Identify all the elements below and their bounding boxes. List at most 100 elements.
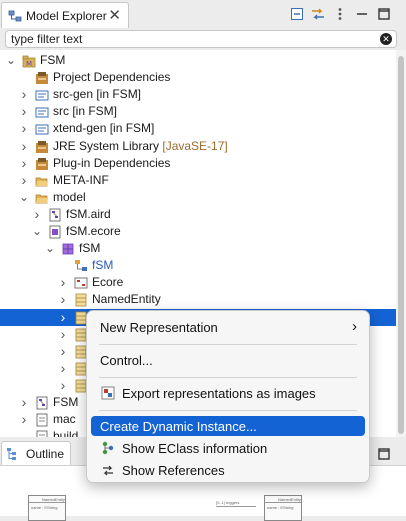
outline-title: Outline	[26, 447, 65, 461]
submenu-arrow-icon: ›	[352, 318, 357, 335]
tree-item-decoration: [JavaSE-17]	[159, 139, 228, 153]
tree-item[interactable]: › NamedEntity	[0, 291, 396, 308]
menu-item-create-dynamic-instance[interactable]: Create Dynamic Instance...	[91, 416, 365, 436]
collapsed-twisty-icon[interactable]: ›	[19, 120, 29, 137]
menu-item-label: New Representation	[100, 320, 218, 335]
collapsed-twisty-icon[interactable]: ›	[58, 343, 68, 360]
collapsed-twisty-icon[interactable]: ›	[19, 411, 29, 428]
tree-item[interactable]: ⌄ fSM.ecore	[0, 223, 396, 240]
menu-item-label: Create Dynamic Instance...	[100, 419, 257, 434]
tree-item[interactable]: fSM	[0, 257, 396, 274]
close-icon[interactable]: ✕	[108, 6, 121, 24]
export-image-icon	[101, 386, 115, 400]
collapsed-twisty-icon[interactable]: ›	[19, 155, 29, 172]
tree-item-label: src-gen [in FSM]	[53, 87, 142, 101]
expanded-twisty-icon[interactable]: ⌄	[6, 52, 16, 69]
minimize-icon[interactable]	[354, 6, 370, 22]
collapse-all-icon[interactable]	[289, 6, 305, 22]
menu-item-show-eclass-information[interactable]: Show EClass information	[91, 438, 365, 458]
jar-library-icon	[36, 158, 48, 170]
outline-icon	[7, 448, 16, 460]
tree-item[interactable]: › src [in FSM]	[0, 103, 396, 120]
diagram-node-title: NamedEntity	[42, 497, 65, 502]
link-with-editor-icon[interactable]	[310, 6, 326, 22]
tree-item[interactable]: ⌄ fSM	[0, 240, 396, 257]
tree-item-label: Plug-in Dependencies	[53, 156, 171, 170]
vertical-scrollbar[interactable]	[396, 50, 406, 437]
folder-open-icon	[35, 194, 48, 204]
menu-separator	[99, 344, 357, 345]
menu-item-show-references[interactable]: Show References	[91, 460, 365, 480]
tree-item[interactable]: › JRE System Library [JavaSE-17]	[0, 138, 396, 155]
diagram-node: NamedEntity name : EString	[264, 495, 302, 521]
collapsed-twisty-icon[interactable]: ›	[19, 138, 29, 155]
tree-item[interactable]: › Ecore	[0, 274, 396, 291]
collapsed-twisty-icon[interactable]: ›	[58, 377, 68, 394]
tree-item-label: fSM.ecore	[66, 224, 121, 238]
filter-input[interactable]	[11, 32, 371, 46]
tree-item-label: xtend-gen [in FSM]	[53, 121, 155, 135]
tree-item[interactable]: ⌄ model	[0, 189, 396, 206]
epackage-icon	[62, 243, 74, 255]
tree-item[interactable]: › META-INF	[0, 172, 396, 189]
tree-item-label: src [in FSM]	[53, 104, 118, 118]
tree-item-label: mac	[53, 412, 76, 426]
view-menu-icon[interactable]	[332, 6, 348, 22]
tree-item[interactable]: Project Dependencies	[0, 69, 396, 86]
scrollbar-thumb[interactable]	[398, 56, 404, 434]
view-tab-bar: Model Explorer ✕	[0, 0, 406, 30]
svg-text:M: M	[26, 60, 32, 68]
clear-filter-icon[interactable]: ✕	[380, 33, 392, 45]
outline-tab[interactable]: Outline	[1, 441, 71, 465]
expanded-twisty-icon[interactable]: ⌄	[19, 189, 29, 206]
tree-item-label: fSM	[79, 241, 101, 255]
maximize-icon[interactable]	[376, 6, 392, 22]
tree-item-label: model	[53, 190, 86, 204]
file-icon	[36, 430, 48, 437]
menu-item-label: Export representations as images	[122, 386, 316, 401]
collapsed-twisty-icon[interactable]: ›	[19, 172, 29, 189]
representation-icon	[75, 260, 87, 271]
project-icon: M	[22, 55, 36, 68]
menu-item-export-representations-as-images[interactable]: Export representations as images	[91, 383, 365, 403]
collapsed-twisty-icon[interactable]: ›	[58, 291, 68, 308]
tree-item-label: NamedEntity	[92, 292, 161, 306]
tree-item-label: fSM	[92, 258, 114, 272]
diagram-edge-label: [0..1] triggers	[216, 500, 240, 505]
tree-item[interactable]: › src-gen [in FSM]	[0, 86, 396, 103]
expanded-twisty-icon[interactable]: ⌄	[45, 240, 55, 257]
eclass-icon	[75, 293, 87, 307]
collapsed-twisty-icon[interactable]: ›	[58, 309, 68, 326]
collapsed-twisty-icon[interactable]: ›	[58, 360, 68, 377]
collapsed-twisty-icon[interactable]: ›	[58, 274, 68, 291]
menu-item-label: Show References	[122, 463, 225, 478]
tree-item-label: JRE System Library [JavaSE-17]	[53, 139, 228, 153]
model-explorer-tab[interactable]: Model Explorer ✕	[1, 2, 129, 28]
model-explorer-icon	[8, 10, 22, 22]
collapsed-twisty-icon[interactable]: ›	[58, 326, 68, 343]
collapsed-twisty-icon[interactable]: ›	[19, 103, 29, 120]
tree-item-label: FSM	[40, 53, 66, 67]
tree-item-label: Ecore	[92, 275, 124, 289]
tree-item[interactable]: › fSM.aird	[0, 206, 396, 223]
tree-item-label: FSM	[53, 395, 79, 409]
outline-maximize-icon[interactable]	[376, 446, 392, 462]
tree-item[interactable]: › xtend-gen [in FSM]	[0, 120, 396, 137]
ecore-diagram-icon	[74, 277, 88, 289]
collapsed-twisty-icon[interactable]: ›	[32, 206, 42, 223]
collapsed-twisty-icon[interactable]: ›	[19, 86, 29, 103]
tree-item-label: build	[53, 429, 79, 437]
menu-item-new-representation[interactable]: New Representation ›	[91, 317, 365, 337]
diagram-node-title: NamedEntity	[278, 497, 301, 502]
model-explorer-title: Model Explorer	[26, 9, 107, 23]
menu-item-control[interactable]: Control...	[91, 350, 365, 370]
tree-item[interactable]: ⌄ M FSM	[0, 52, 396, 69]
diagram-node-attribute: name : EString	[267, 505, 294, 510]
expanded-twisty-icon[interactable]: ⌄	[32, 223, 42, 240]
jar-library-icon	[36, 72, 48, 84]
tree-item[interactable]: › Plug-in Dependencies	[0, 155, 396, 172]
tree-item-label: fSM.aird	[66, 207, 111, 221]
tree-item-label: META-INF	[53, 173, 109, 187]
collapsed-twisty-icon[interactable]: ›	[19, 394, 29, 411]
filter-field[interactable]: ✕	[5, 30, 397, 48]
